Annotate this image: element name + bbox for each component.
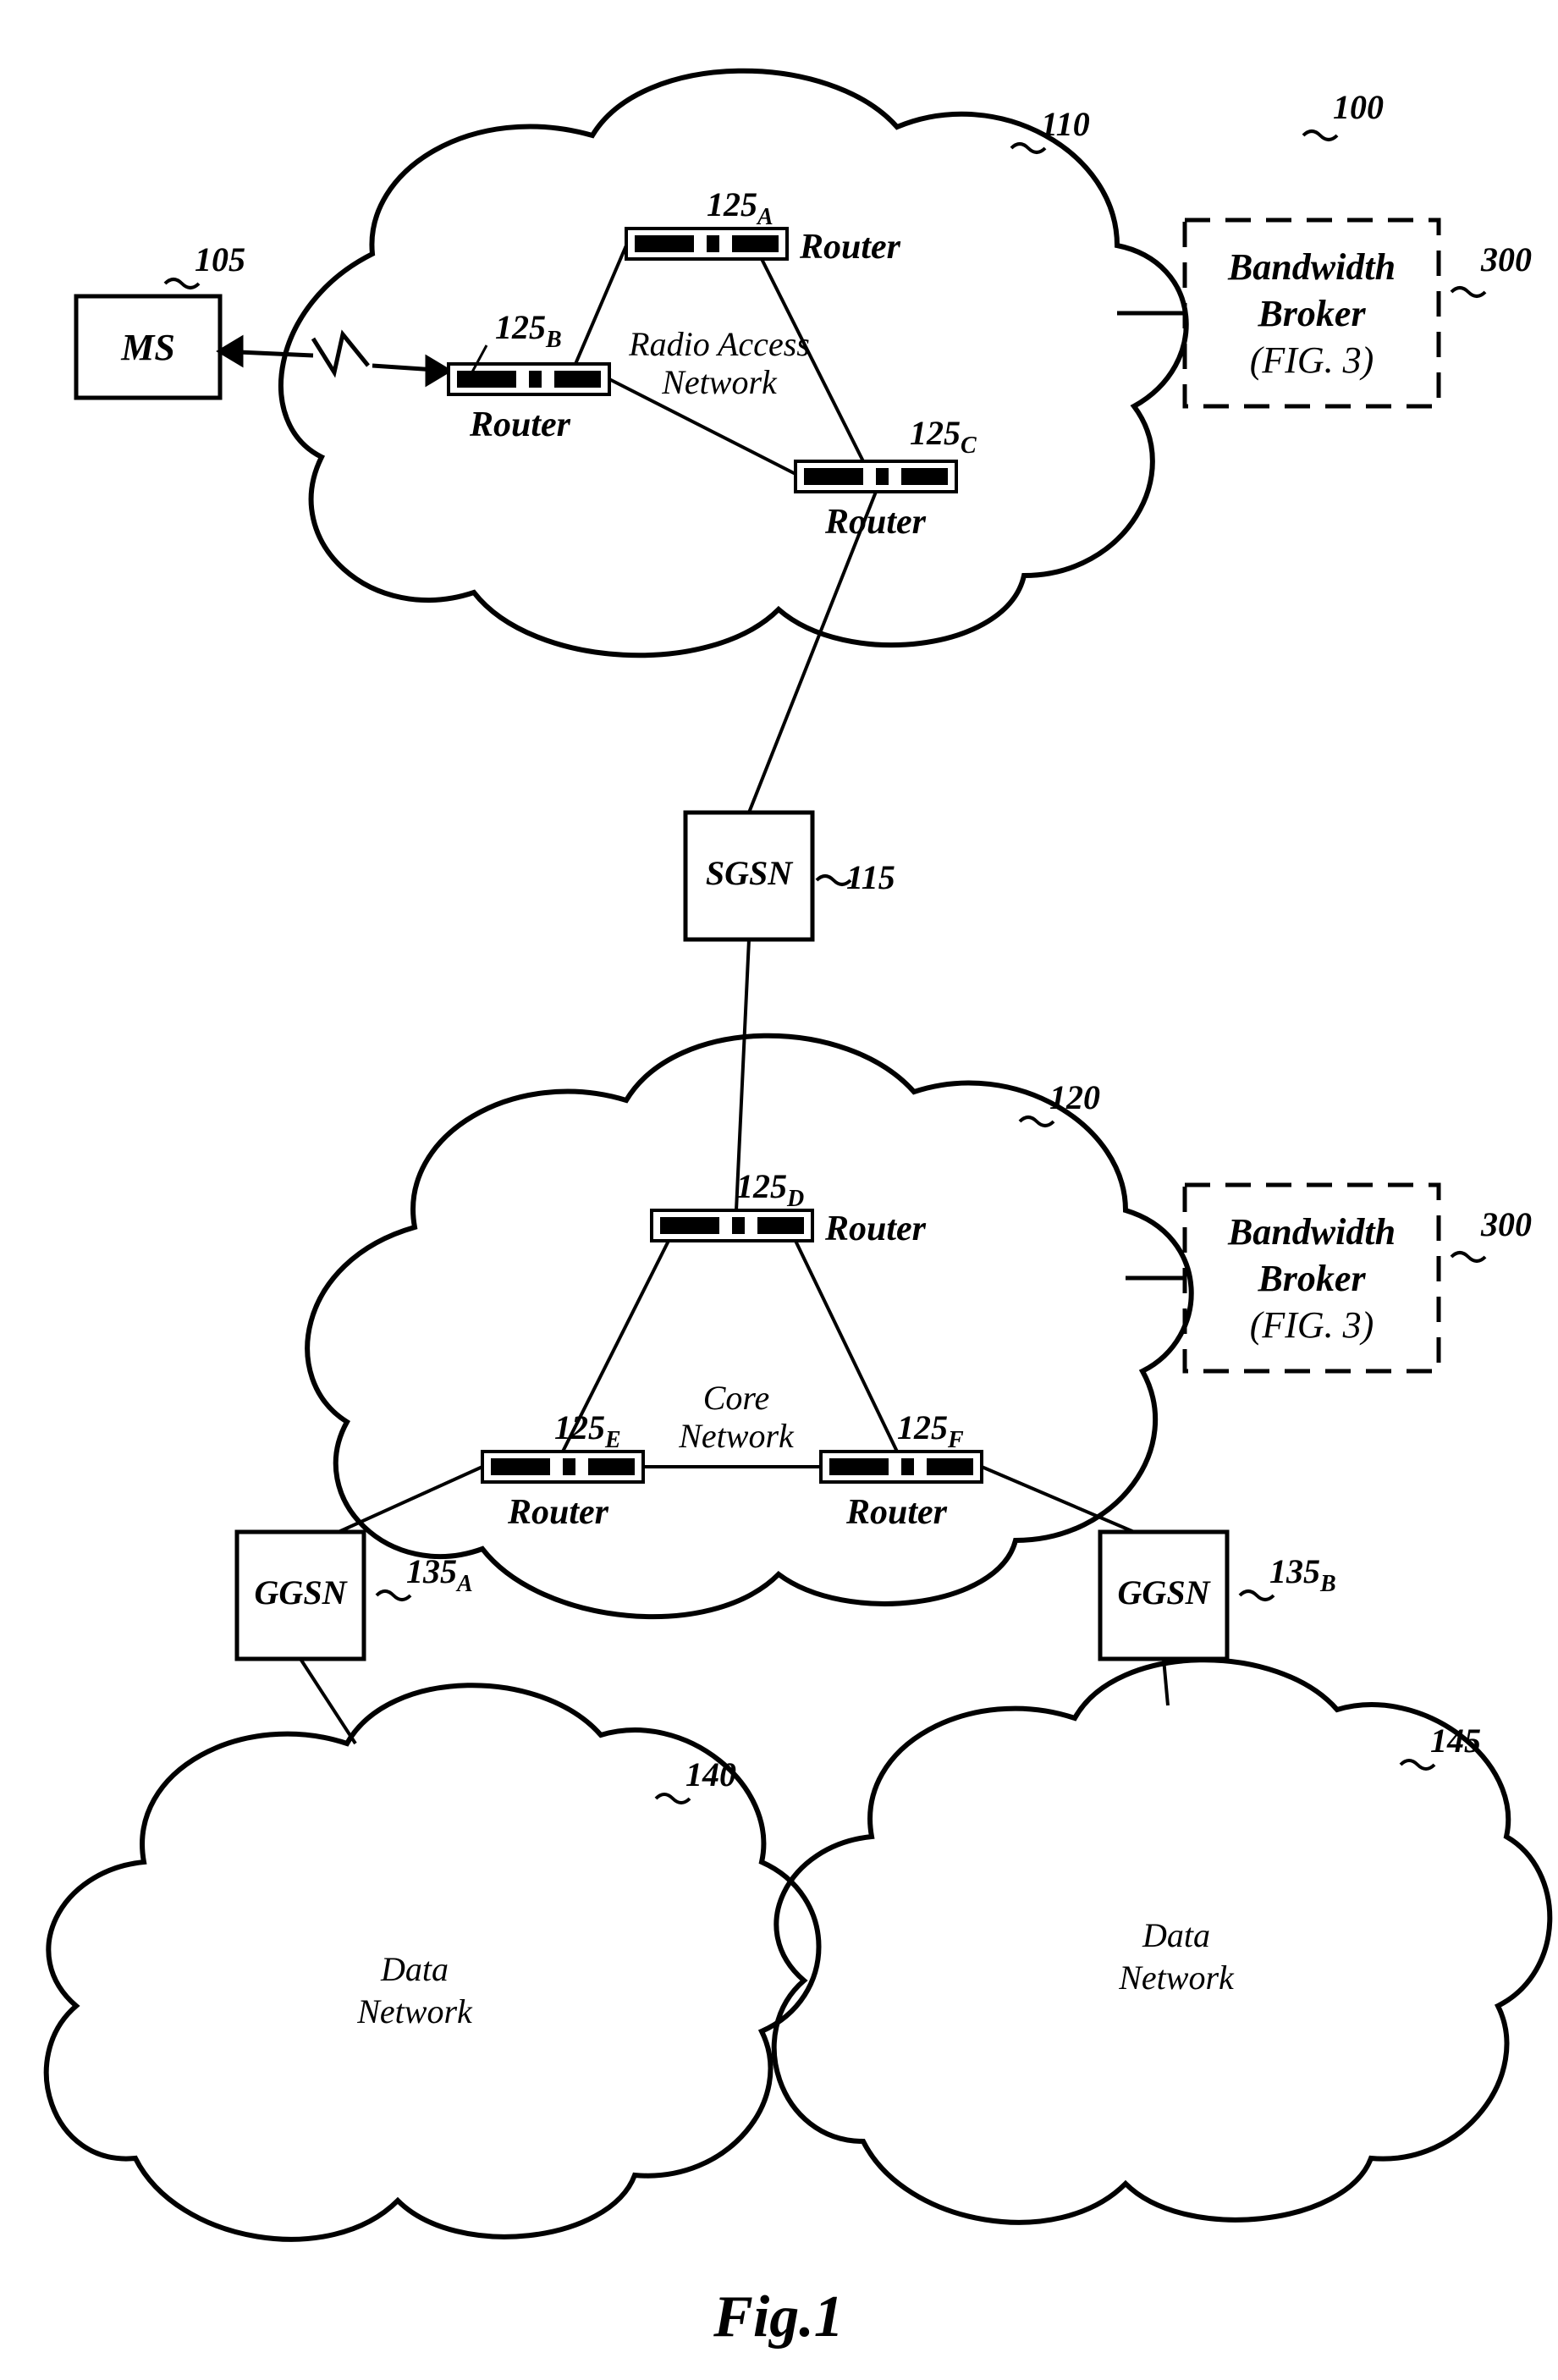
ref-145: 145: [1401, 1722, 1481, 1769]
core-label-1: Core: [703, 1379, 770, 1417]
ref-300a: 300: [1451, 240, 1532, 296]
ref-135a: 135A: [377, 1552, 473, 1600]
link-ggsnb-cloud145: [1164, 1659, 1168, 1705]
bandwidth-broker-bottom: Bandwidth Broker (FIG. 3): [1185, 1185, 1439, 1371]
svg-text:105: 105: [195, 240, 245, 278]
data-right-2: Network: [1118, 1959, 1235, 1997]
ran-label-2: Network: [661, 363, 778, 401]
router-d: Router: [652, 1209, 927, 1248]
ref-140: 140: [656, 1755, 736, 1803]
router-d-label: Router: [824, 1209, 927, 1248]
link-f-ggsnb: [982, 1467, 1134, 1532]
svg-text:115: 115: [846, 858, 895, 896]
bb-top-2: Broker: [1257, 293, 1366, 334]
svg-text:145: 145: [1430, 1722, 1481, 1760]
svg-text:110: 110: [1041, 105, 1090, 143]
ref-135b: 135B: [1240, 1552, 1336, 1600]
data-left-1: Data: [380, 1950, 449, 1988]
bb-top-1: Bandwidth: [1227, 246, 1396, 288]
bandwidth-broker-top: Bandwidth Broker (FIG. 3): [1185, 220, 1439, 406]
ggsn-a-box: GGSN: [237, 1532, 364, 1659]
svg-text:300: 300: [1480, 1205, 1532, 1243]
ref-115: 115: [817, 858, 895, 896]
ref-105: 105: [165, 240, 245, 288]
svg-text:300: 300: [1480, 240, 1532, 278]
diagram-svg: Radio Access Network Core Network Data N…: [0, 0, 1558, 2380]
link-ggsna-cloud140: [300, 1659, 355, 1744]
ref-125c: 125C: [910, 414, 977, 459]
link-c-sgsn: [749, 492, 876, 813]
link-d-e: [563, 1241, 669, 1452]
sgsn-label: SGSN: [706, 854, 794, 892]
router-a-label: Router: [799, 228, 901, 267]
router-e: Router: [482, 1452, 643, 1532]
ggsn-a-label: GGSN: [255, 1573, 349, 1611]
ref-125f: 125F: [897, 1408, 964, 1453]
ref-100: 100: [1303, 88, 1384, 140]
bb-bot-2: Broker: [1257, 1258, 1366, 1299]
data-right-1: Data: [1142, 1916, 1210, 1954]
link-e-ggsna: [339, 1467, 482, 1532]
ms-box: MS: [76, 296, 220, 398]
ms-label: MS: [120, 327, 175, 368]
link-d-f: [796, 1241, 897, 1452]
svg-text:100: 100: [1333, 88, 1384, 126]
sgsn-box: SGSN: [685, 813, 812, 939]
ref-125b: 125B: [495, 308, 562, 353]
svg-text:140: 140: [685, 1755, 736, 1793]
figure-stage: Radio Access Network Core Network Data N…: [0, 0, 1558, 2380]
data-left-2: Network: [356, 1992, 473, 2030]
cloud-core: Core Network: [307, 1036, 1191, 1617]
ref-125d: 125D: [736, 1167, 804, 1212]
ran-label-1: Radio Access: [628, 325, 810, 363]
router-f: Router: [821, 1452, 982, 1532]
ref-110: 110: [1011, 105, 1090, 152]
router-c: Router: [796, 461, 956, 542]
link-a-b: [575, 245, 626, 364]
figure-label: Fig.1: [713, 2284, 844, 2350]
ref-300b: 300: [1451, 1205, 1532, 1261]
router-e-label: Router: [507, 1493, 609, 1532]
ref-120: 120: [1020, 1078, 1100, 1126]
ref-125a: 125A: [707, 185, 773, 230]
ggsn-b-box: GGSN: [1100, 1532, 1227, 1659]
ms-link: [220, 334, 449, 383]
core-label-2: Network: [678, 1417, 795, 1455]
bb-top-3: (FIG. 3): [1250, 339, 1374, 381]
svg-text:120: 120: [1049, 1078, 1100, 1116]
router-c-label: Router: [824, 503, 927, 542]
svg-text:135A: 135A: [406, 1552, 473, 1597]
bb-bot-1: Bandwidth: [1227, 1211, 1396, 1253]
bb-bot-3: (FIG. 3): [1250, 1304, 1374, 1346]
svg-text:135B: 135B: [1269, 1552, 1336, 1597]
ggsn-b-label: GGSN: [1118, 1573, 1212, 1611]
router-b-label: Router: [469, 405, 571, 444]
router-f-label: Router: [845, 1493, 948, 1532]
cloud-ran: Radio Access Network: [281, 71, 1186, 656]
